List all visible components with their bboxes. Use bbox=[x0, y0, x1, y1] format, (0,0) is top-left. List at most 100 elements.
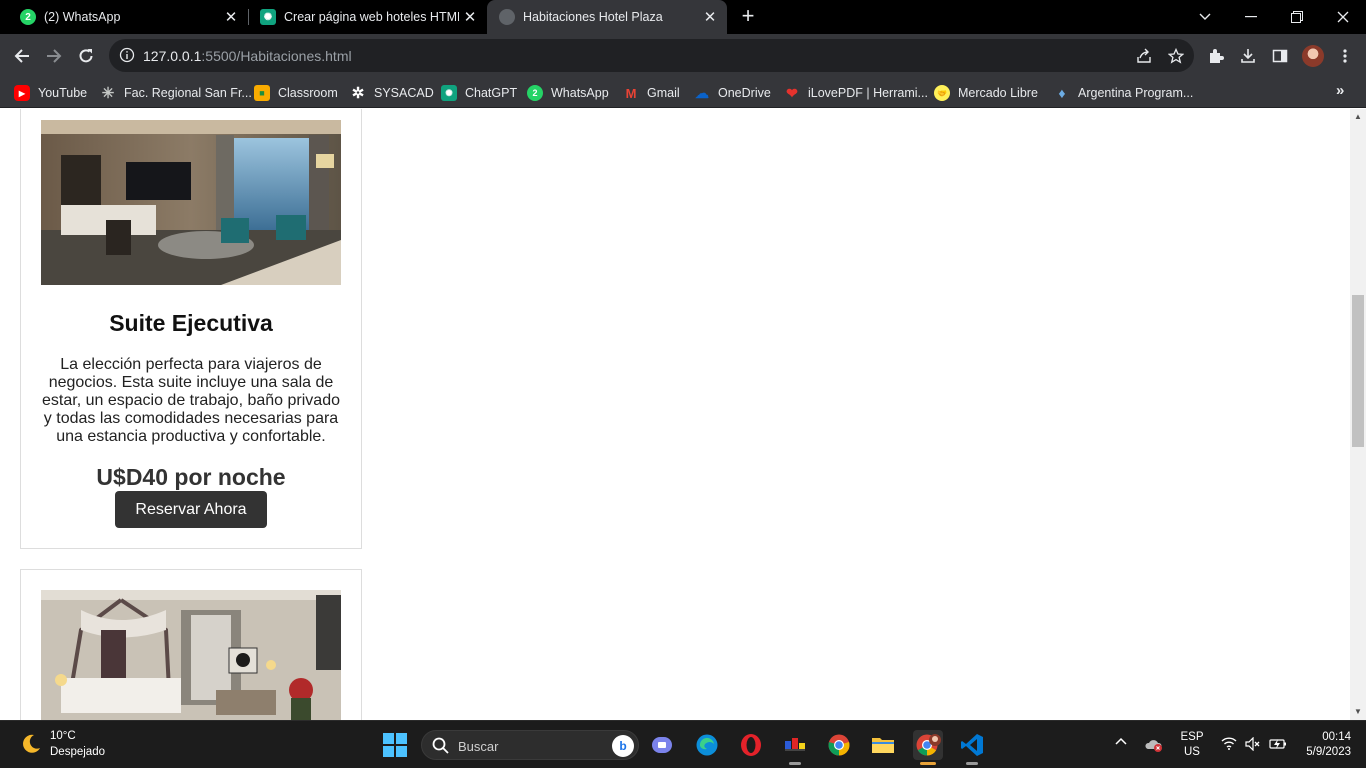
file-explorer-icon[interactable] bbox=[868, 730, 898, 760]
chatgpt-icon: ✺ bbox=[260, 9, 276, 25]
profile-avatar[interactable] bbox=[1302, 45, 1324, 67]
bookmark-label: OneDrive bbox=[718, 86, 771, 100]
close-window-button[interactable] bbox=[1320, 0, 1366, 34]
battery-charging-icon[interactable] bbox=[1269, 737, 1287, 754]
bookmarks-more-icon[interactable]: » bbox=[1336, 82, 1344, 99]
teams-chat-icon[interactable] bbox=[648, 730, 678, 760]
whatsapp-icon: 2 bbox=[20, 9, 36, 25]
vscode-icon[interactable] bbox=[957, 730, 987, 765]
tab-chatgpt[interactable]: ✺ Crear página web hoteles HTML/ ✕ bbox=[240, 0, 487, 34]
bookmarks-bar: ▶ YouTube ✳ Fac. Regional San Fr... ■ Cl… bbox=[0, 77, 1366, 108]
tray-chevron-up-icon[interactable] bbox=[1115, 734, 1127, 748]
minimize-button[interactable] bbox=[1228, 0, 1274, 34]
tab-title: Habitaciones Hotel Plaza bbox=[523, 10, 663, 24]
language-primary: ESP bbox=[1180, 731, 1204, 743]
new-tab-button[interactable]: + bbox=[737, 5, 759, 27]
bookmark-chatgpt[interactable]: ✺ ChatGPT bbox=[441, 83, 517, 103]
bookmark-sysacad[interactable]: ✲ SYSACAD bbox=[350, 83, 434, 103]
app-flag-icon[interactable] bbox=[780, 730, 810, 765]
opera-icon[interactable] bbox=[736, 730, 766, 760]
chrome-profile-icon[interactable] bbox=[913, 730, 943, 765]
bookmark-star-icon[interactable] bbox=[1166, 47, 1186, 65]
language-indicator[interactable]: ESP US bbox=[1180, 730, 1204, 760]
forward-button[interactable] bbox=[40, 42, 68, 70]
bookmark-mercadolibre[interactable]: 🤝 Mercado Libre bbox=[934, 83, 1038, 103]
bookmark-classroom[interactable]: ■ Classroom bbox=[254, 83, 338, 103]
onedrive-error-icon[interactable] bbox=[1145, 738, 1163, 755]
moon-weather-icon[interactable] bbox=[20, 733, 42, 755]
room-price: U$D40 por noche bbox=[96, 464, 286, 490]
tab-search-chevron-icon[interactable] bbox=[1182, 0, 1228, 34]
scroll-thumb[interactable] bbox=[1352, 295, 1364, 447]
sysacad-icon: ✲ bbox=[351, 85, 365, 102]
url-host: 127.0.0.1 bbox=[143, 48, 202, 64]
bookmark-facultad[interactable]: ✳ Fac. Regional San Fr... bbox=[100, 83, 252, 103]
language-secondary: US bbox=[1184, 746, 1200, 758]
room-card: Suite Ejecutiva La elección perfecta par… bbox=[20, 109, 362, 549]
bookmark-gmail[interactable]: M Gmail bbox=[623, 83, 680, 103]
active-window-indicator bbox=[920, 762, 936, 765]
gmail-icon: M bbox=[625, 85, 637, 101]
url-path: :5500/Habitaciones.html bbox=[201, 48, 352, 64]
bookmark-ilovepdf[interactable]: ❤ iLovePDF | Herrami... bbox=[784, 83, 928, 103]
side-panel-icon[interactable] bbox=[1269, 45, 1291, 67]
speaker-muted-icon[interactable] bbox=[1245, 736, 1261, 754]
wifi-icon[interactable] bbox=[1221, 737, 1237, 753]
tab-title: Crear página web hoteles HTML/ bbox=[284, 10, 459, 24]
bookmark-onedrive[interactable]: ☁ OneDrive bbox=[694, 83, 771, 103]
system-clock[interactable]: 00:14 5/9/2023 bbox=[1297, 730, 1351, 760]
site-info-icon[interactable] bbox=[119, 47, 135, 68]
bookmark-label: Gmail bbox=[647, 86, 680, 100]
menu-kebab-icon[interactable] bbox=[1334, 45, 1356, 67]
bookmark-argentina[interactable]: ♦ Argentina Program... bbox=[1054, 83, 1193, 103]
bookmark-youtube[interactable]: ▶ YouTube bbox=[14, 83, 87, 103]
reload-button[interactable] bbox=[72, 42, 100, 70]
bookmark-label: YouTube bbox=[38, 86, 88, 100]
bookmark-label: SYSACAD bbox=[374, 86, 434, 100]
address-bar[interactable]: 127.0.0.1:5500/Habitaciones.html bbox=[109, 39, 1194, 72]
windows-start-icon[interactable] bbox=[383, 733, 407, 757]
bookmark-label: Fac. Regional San Fr... bbox=[124, 86, 252, 100]
tab-title: (2) WhatsApp bbox=[44, 10, 121, 24]
url-text[interactable]: 127.0.0.1:5500/Habitaciones.html bbox=[143, 48, 352, 64]
extensions-icon[interactable] bbox=[1205, 45, 1227, 67]
page-scrollbar[interactable]: ▲ ▼ bbox=[1350, 109, 1366, 720]
close-tab-icon[interactable]: ✕ bbox=[699, 8, 721, 26]
scroll-up-arrow-icon[interactable]: ▲ bbox=[1353, 112, 1363, 122]
ilovepdf-icon: ❤ bbox=[786, 84, 798, 101]
reserve-button[interactable]: Reservar Ahora bbox=[115, 491, 267, 528]
share-icon[interactable] bbox=[1134, 47, 1154, 65]
bookmark-label: ChatGPT bbox=[465, 86, 518, 100]
bookmark-whatsapp[interactable]: 2 WhatsApp bbox=[527, 83, 609, 103]
bing-icon[interactable]: b bbox=[612, 735, 634, 757]
tab-habitaciones[interactable]: Habitaciones Hotel Plaza ✕ bbox=[487, 0, 727, 34]
scroll-down-arrow-icon[interactable]: ▼ bbox=[1353, 707, 1363, 717]
mercadolibre-icon: 🤝 bbox=[934, 85, 950, 101]
tab-whatsapp[interactable]: 2 (2) WhatsApp ✕ bbox=[0, 0, 248, 34]
close-tab-icon[interactable]: ✕ bbox=[459, 8, 481, 26]
bookmark-label: Mercado Libre bbox=[958, 86, 1038, 100]
close-tab-icon[interactable]: ✕ bbox=[220, 8, 242, 26]
windows-taskbar: 10°C Despejado Buscar b ESP US 00:14 5/9… bbox=[0, 720, 1366, 768]
back-button[interactable] bbox=[8, 42, 36, 70]
running-indicator bbox=[966, 762, 978, 765]
taskbar-search[interactable]: Buscar b bbox=[421, 730, 639, 760]
tab-strip: 2 (2) WhatsApp ✕ ✺ Crear página web hote… bbox=[0, 0, 1366, 34]
page-viewport: Suite Ejecutiva La elección perfecta par… bbox=[0, 109, 1350, 720]
download-icon[interactable] bbox=[1237, 45, 1259, 67]
room-card bbox=[20, 569, 362, 720]
clock-time: 00:14 bbox=[1322, 731, 1351, 743]
weather-temperature[interactable]: 10°C bbox=[50, 730, 76, 742]
onedrive-icon: ☁ bbox=[695, 84, 709, 101]
utn-icon: ✳ bbox=[101, 85, 115, 102]
edge-icon[interactable] bbox=[692, 730, 722, 760]
bookmark-label: WhatsApp bbox=[551, 86, 609, 100]
chrome-icon[interactable] bbox=[824, 730, 854, 760]
classroom-icon: ■ bbox=[254, 85, 270, 101]
restore-button[interactable] bbox=[1274, 0, 1320, 34]
room-description: La elección perfecta para viajeros de ne… bbox=[42, 356, 340, 445]
room-image bbox=[41, 120, 341, 285]
weather-description[interactable]: Despejado bbox=[50, 746, 105, 758]
browser-toolbar: 127.0.0.1:5500/Habitaciones.html bbox=[0, 34, 1366, 77]
whatsapp-icon: 2 bbox=[527, 85, 543, 101]
